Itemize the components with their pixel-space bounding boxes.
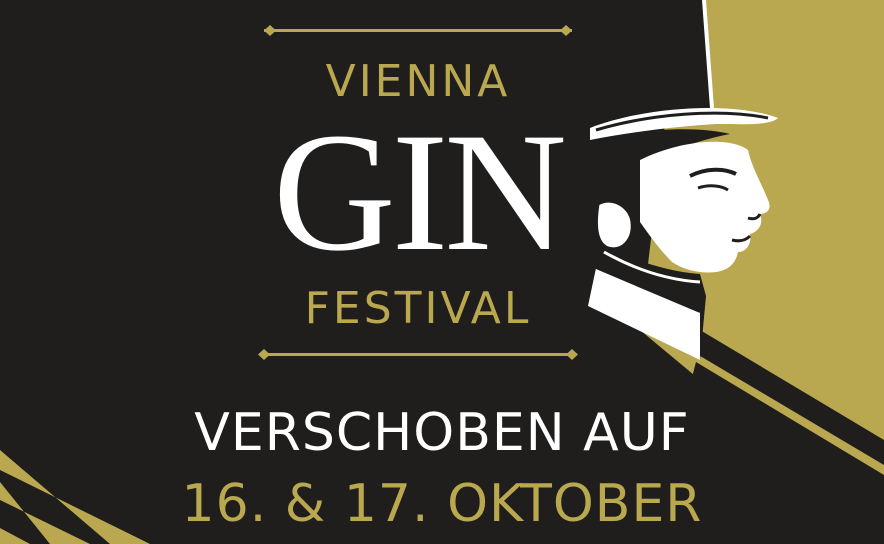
event-dates: 16. & 17. OKTOBER [181, 474, 703, 534]
bottom-ornament-rule [258, 349, 578, 360]
top-ornament-rule [264, 25, 572, 36]
logo-line-festival: FESTIVAL [304, 283, 532, 334]
top-hat-icon [648, 0, 712, 112]
logo-word-gin: GIN [272, 98, 567, 286]
postponed-headline: VERSCHOBEN AUF [194, 403, 690, 463]
